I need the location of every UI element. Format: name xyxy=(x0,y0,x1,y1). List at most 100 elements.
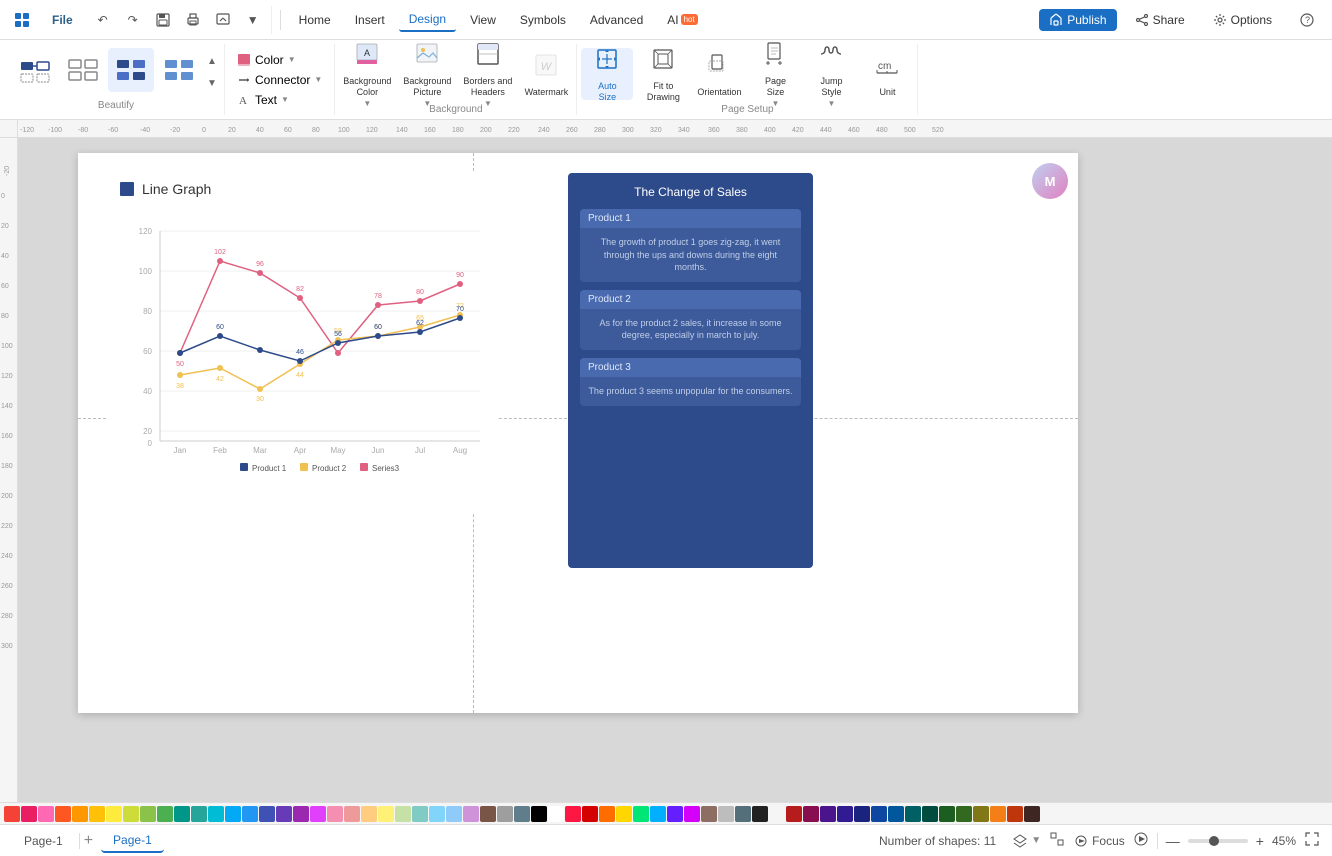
color-swatch[interactable] xyxy=(888,806,904,822)
color-swatch[interactable] xyxy=(548,806,564,822)
zoom-level[interactable]: 45% xyxy=(1272,834,1296,848)
color-swatch[interactable] xyxy=(1024,806,1040,822)
page-tab-1[interactable]: Page-1 xyxy=(12,830,75,852)
jump-style-button[interactable]: Jump Style ▼ xyxy=(805,48,857,100)
more-button[interactable]: ▼ xyxy=(239,6,267,34)
page-size-button[interactable]: Page Size ▼ xyxy=(749,48,801,100)
color-swatch[interactable] xyxy=(106,806,122,822)
auto-size-button[interactable]: Auto Size xyxy=(581,48,633,100)
color-swatch[interactable] xyxy=(820,806,836,822)
color-swatch[interactable] xyxy=(242,806,258,822)
undo-button[interactable]: ↶ xyxy=(89,6,117,34)
color-swatch[interactable] xyxy=(276,806,292,822)
color-swatch[interactable] xyxy=(854,806,870,822)
share-button[interactable]: Share xyxy=(1125,9,1195,31)
menu-design[interactable]: Design xyxy=(399,8,456,32)
menu-advanced[interactable]: Advanced xyxy=(580,9,653,31)
color-swatch[interactable] xyxy=(4,806,20,822)
play-button[interactable] xyxy=(1133,831,1149,850)
color-swatch[interactable] xyxy=(327,806,343,822)
color-swatch[interactable] xyxy=(718,806,734,822)
color-swatch[interactable] xyxy=(650,806,666,822)
menu-ai[interactable]: AI hot xyxy=(657,9,707,31)
color-swatch[interactable] xyxy=(38,806,54,822)
color-swatch[interactable] xyxy=(378,806,394,822)
layers-button[interactable]: ▼ xyxy=(1012,833,1041,849)
color-swatch[interactable] xyxy=(616,806,632,822)
file-menu[interactable]: File xyxy=(44,9,81,31)
redo-button[interactable]: ↷ xyxy=(119,6,147,34)
shape-tool-1[interactable] xyxy=(12,48,58,92)
color-swatch[interactable] xyxy=(344,806,360,822)
color-swatch[interactable] xyxy=(735,806,751,822)
color-swatch[interactable] xyxy=(72,806,88,822)
color-swatch[interactable] xyxy=(939,806,955,822)
canvas-area[interactable]: Line Graph 120 100 80 xyxy=(18,138,1332,802)
help-button[interactable]: ? xyxy=(1290,9,1324,31)
color-swatch[interactable] xyxy=(684,806,700,822)
color-swatch[interactable] xyxy=(89,806,105,822)
save-button[interactable] xyxy=(149,6,177,34)
export-button[interactable] xyxy=(209,6,237,34)
color-swatch[interactable] xyxy=(565,806,581,822)
focus-button[interactable]: Focus xyxy=(1073,833,1125,849)
color-swatch[interactable] xyxy=(582,806,598,822)
menu-symbols[interactable]: Symbols xyxy=(510,9,576,31)
watermark-button[interactable]: W Watermark xyxy=(520,48,572,100)
color-swatch[interactable] xyxy=(701,806,717,822)
connector-item[interactable]: Connector ▼ xyxy=(233,71,326,89)
color-swatch[interactable] xyxy=(514,806,530,822)
color-swatch[interactable] xyxy=(837,806,853,822)
publish-button[interactable]: Publish xyxy=(1039,9,1116,31)
color-swatch[interactable] xyxy=(293,806,309,822)
color-swatch[interactable] xyxy=(973,806,989,822)
color-swatch[interactable] xyxy=(191,806,207,822)
menu-home[interactable]: Home xyxy=(289,9,341,31)
color-swatch[interactable] xyxy=(463,806,479,822)
fit-to-drawing-button[interactable]: Fit to Drawing xyxy=(637,48,689,100)
color-swatch[interactable] xyxy=(922,806,938,822)
menu-view[interactable]: View xyxy=(460,9,506,31)
color-swatch[interactable] xyxy=(446,806,462,822)
color-swatch[interactable] xyxy=(310,806,326,822)
color-swatch[interactable] xyxy=(497,806,513,822)
active-page-tab[interactable]: Page-1 xyxy=(101,829,164,853)
color-swatch[interactable] xyxy=(259,806,275,822)
unit-button[interactable]: cm Unit xyxy=(861,48,913,100)
color-swatch[interactable] xyxy=(1007,806,1023,822)
color-swatch[interactable] xyxy=(225,806,241,822)
color-swatch[interactable] xyxy=(140,806,156,822)
orientation-button[interactable]: Orientation xyxy=(693,48,745,100)
color-swatch[interactable] xyxy=(803,806,819,822)
color-swatch[interactable] xyxy=(412,806,428,822)
color-swatch[interactable] xyxy=(208,806,224,822)
add-page-button[interactable]: + xyxy=(84,832,93,850)
zoom-in-button[interactable]: + xyxy=(1256,833,1264,849)
bg-color-button[interactable]: A Background Color ▼ xyxy=(339,48,395,100)
color-swatch[interactable] xyxy=(480,806,496,822)
menu-insert[interactable]: Insert xyxy=(345,9,395,31)
color-swatch[interactable] xyxy=(667,806,683,822)
options-button[interactable]: Options xyxy=(1203,9,1282,31)
color-swatch[interactable] xyxy=(21,806,37,822)
color-item[interactable]: Color ▼ xyxy=(233,51,326,69)
shape-tool-2[interactable] xyxy=(60,48,106,92)
color-swatch[interactable] xyxy=(752,806,768,822)
color-swatch[interactable] xyxy=(395,806,411,822)
text-item[interactable]: A Text ▼ xyxy=(233,91,326,109)
color-swatch[interactable] xyxy=(174,806,190,822)
color-swatch[interactable] xyxy=(871,806,887,822)
color-swatch[interactable] xyxy=(769,806,785,822)
color-swatch[interactable] xyxy=(55,806,71,822)
fit-icon-button[interactable] xyxy=(1049,831,1065,850)
beautify-up[interactable]: ▲ xyxy=(204,50,220,72)
color-swatch[interactable] xyxy=(599,806,615,822)
line-graph[interactable]: Line Graph 120 100 80 xyxy=(108,173,498,513)
shape-tool-4[interactable] xyxy=(156,48,202,92)
bg-picture-button[interactable]: Background Picture ▼ xyxy=(399,48,455,100)
color-swatch[interactable] xyxy=(990,806,1006,822)
borders-headers-button[interactable]: Borders and Headers ▼ xyxy=(459,48,516,100)
shape-tool-3[interactable] xyxy=(108,48,154,92)
zoom-slider[interactable] xyxy=(1188,839,1248,843)
color-swatch[interactable] xyxy=(786,806,802,822)
